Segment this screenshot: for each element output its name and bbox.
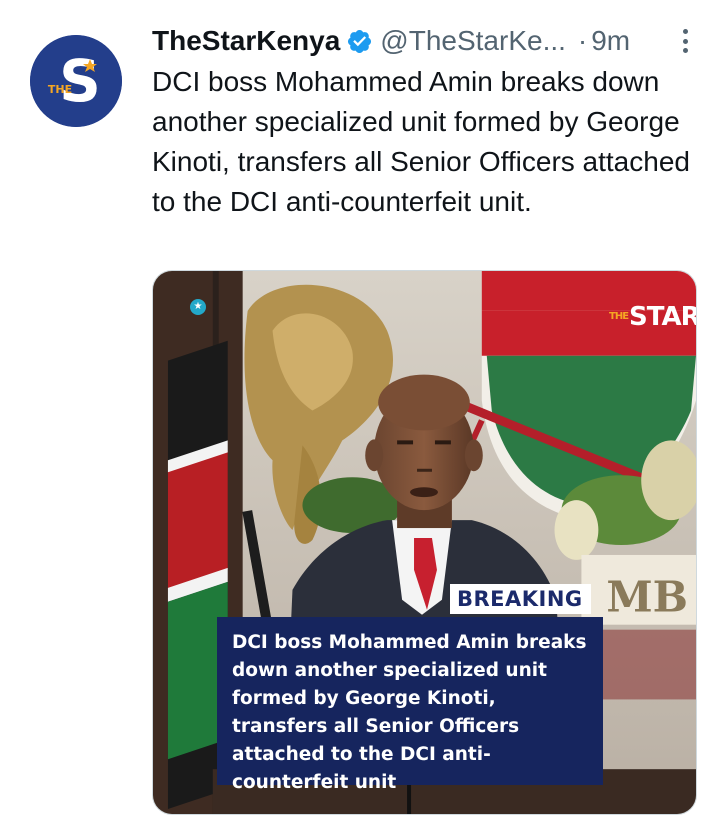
tweet-media-image[interactable]: MB ★ THESTAR BREAKING DCI boss Mohammed …	[152, 270, 697, 815]
tweet-timestamp[interactable]: 9m	[591, 25, 630, 57]
breaking-label: BREAKING	[450, 584, 591, 614]
verified-badge-icon	[348, 29, 372, 53]
tweet-header: TheStarKenya @TheStarKe... · 9m	[152, 22, 692, 60]
svg-text:S: S	[59, 47, 101, 115]
tweet-text: DCI boss Mohammed Amin breaks down anoth…	[152, 66, 690, 217]
the-star-logo-icon: S THE	[30, 35, 122, 127]
svg-text:THE: THE	[48, 83, 72, 96]
user-handle[interactable]: @TheStarKe...	[380, 25, 566, 57]
more-options-icon[interactable]	[678, 26, 692, 56]
separator-dot: ·	[577, 25, 588, 56]
star-badge-icon: ★	[190, 299, 206, 315]
avatar[interactable]: S THE	[30, 35, 122, 127]
display-name[interactable]: TheStarKenya	[152, 25, 340, 57]
image-caption: DCI boss Mohammed Amin breaks down anoth…	[217, 617, 603, 793]
watermark-logo: THESTAR	[609, 302, 697, 332]
background-sign-text: MB	[606, 573, 688, 622]
tweet[interactable]: S THE TheStarKenya @TheStarKe... · 9m DC…	[0, 0, 720, 815]
